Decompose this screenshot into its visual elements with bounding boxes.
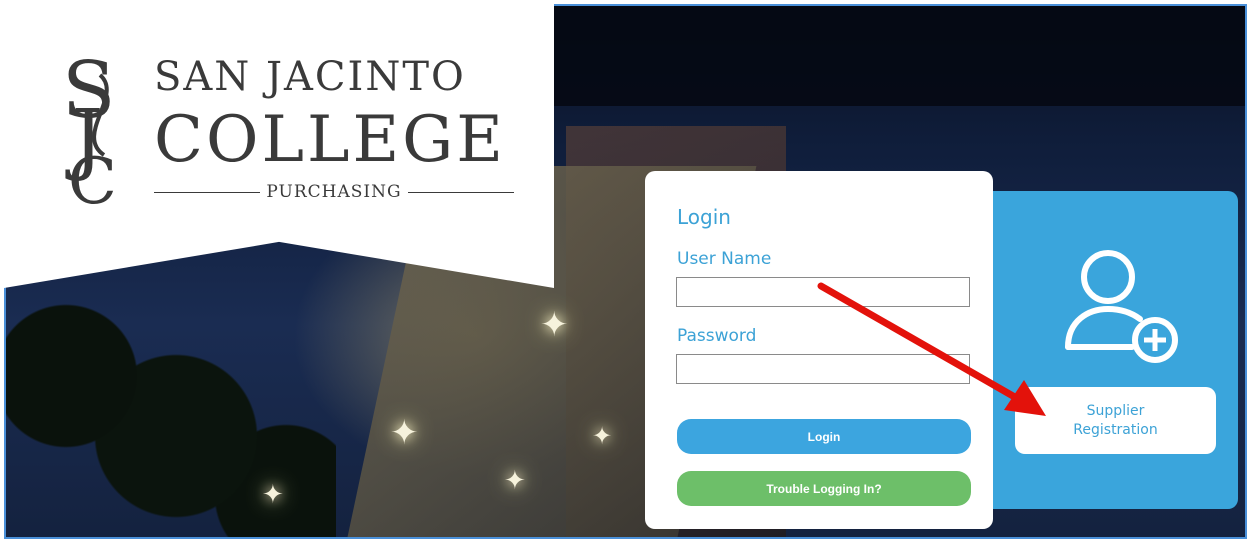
light-sparkle: ✦ [262,480,284,510]
username-label: User Name [677,249,772,269]
background-trees [6,296,336,537]
logo-subtitle-row: PURCHASING [154,180,515,204]
light-sparkle: ✦ [390,413,419,453]
light-sparkle: ✦ [592,422,613,450]
light-sparkle: ✦ [540,305,569,345]
divider [407,191,515,193]
username-input[interactable] [676,277,970,307]
supplier-registration-button[interactable]: Supplier Registration [1015,387,1216,454]
light-sparkle: ✦ [504,466,526,496]
password-label: Password [677,326,757,346]
password-input[interactable] [676,354,970,384]
logo-title: SAN JACINTO [154,54,466,100]
login-title: Login [677,205,731,229]
logo-college: COLLEGE [154,103,506,177]
login-button[interactable]: Login [677,419,971,454]
divider [154,191,261,193]
trouble-logging-in-button[interactable]: Trouble Logging In? [677,471,971,506]
user-add-icon [1065,250,1178,363]
svg-text:C: C [68,145,117,205]
login-card: Login User Name Password Login Trouble L… [645,171,993,529]
sjc-monogram-logo: S J C [62,55,117,205]
logo-subtitle: PURCHASING [266,182,402,202]
